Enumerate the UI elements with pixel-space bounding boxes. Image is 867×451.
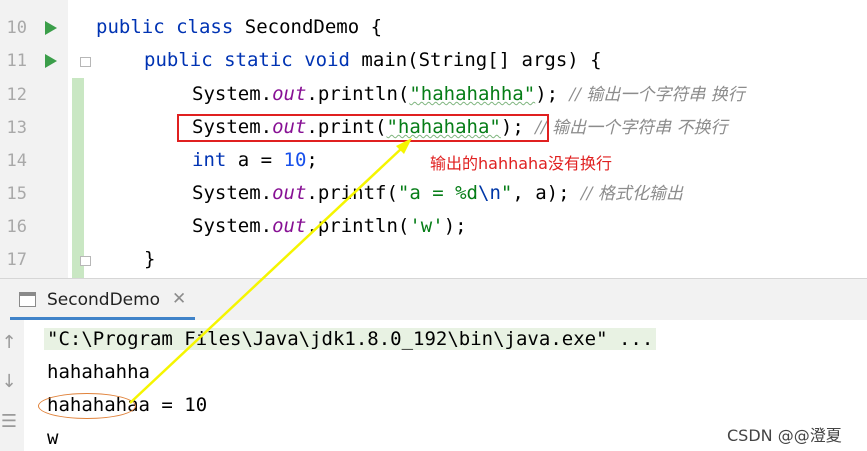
code-line-10: 10 public class SecondDemo { [0,11,867,44]
console-line: "C:\Program Files\Java\jdk1.8.0_192\bin\… [44,328,657,350]
arrow-up-icon[interactable]: ↑ [0,332,18,353]
console-line: w [47,427,59,449]
line-number: 12 [6,85,27,105]
code-line-11: 11 public static void main(String[] args… [0,44,867,77]
code-line-15: 15 System.out.printf("a = %d\n", a); // … [0,177,867,210]
line-number: 11 [6,51,27,71]
run-class-icon[interactable] [45,21,57,35]
code-line-17: 17 } [0,243,867,276]
code-line-12: 12 System.out.println("hahahahha"); // 输… [0,78,867,111]
code-text: public class SecondDemo { [96,16,383,38]
run-tool-window-header: SecondDemo ✕ [0,278,867,320]
console-tab-icon [19,292,36,307]
annotation-circle [38,393,136,419]
watermark: CSDN @@澄夏 [727,426,842,445]
code-text: System.out.println('w'); [192,215,467,237]
code-text: public static void main(String[] args) { [144,49,602,71]
close-icon[interactable]: ✕ [172,289,186,309]
code-text: System.out.println("hahahahha"); // 输出一个… [192,83,745,105]
fold-icon[interactable] [80,57,91,67]
code-editor[interactable]: 10 public class SecondDemo { 11 public s… [0,0,867,278]
code-text: int a = 10; [192,149,318,171]
line-number: 10 [6,18,27,38]
line-number: 13 [6,118,27,138]
code-text: System.out.printf("a = %d\n", a); // 格式化… [192,182,683,204]
line-number: 16 [6,217,27,237]
code-line-16: 16 System.out.println('w'); [0,210,867,243]
console-line: hahahahha [47,361,150,383]
arrow-down-icon[interactable]: ↓ [0,371,18,392]
code-text: } [144,248,156,270]
highlight-box [177,114,549,142]
tab-second-demo[interactable]: SecondDemo [47,290,160,310]
annotation-text: 输出的hahhaha没有换行 [430,154,612,173]
line-number: 17 [6,250,27,270]
line-number: 14 [6,151,27,171]
soft-wrap-icon[interactable]: ☰ [0,411,18,432]
line-number: 15 [6,184,27,204]
run-main-icon[interactable] [45,54,57,68]
fold-icon[interactable] [80,256,91,266]
console-toolbar: ↑ ↓ ☰ [0,320,24,451]
